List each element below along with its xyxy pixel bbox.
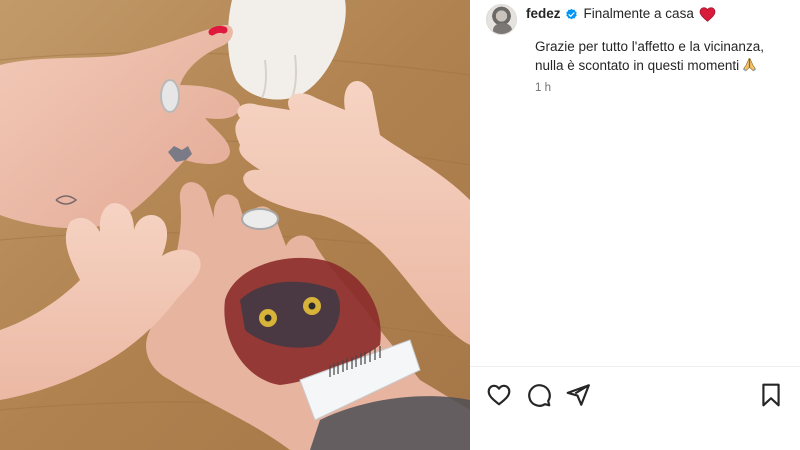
like-icon — [487, 384, 511, 406]
comment-icon — [528, 384, 551, 407]
caption-title: Finalmente a casa — [583, 6, 694, 21]
avatar[interactable] — [486, 4, 517, 35]
share-button[interactable] — [565, 382, 591, 408]
save-button[interactable] — [758, 382, 784, 408]
red-heart-icon — [699, 6, 716, 22]
caption-header: fedez Finalmente a casa — [486, 4, 790, 35]
caption-line-2-wrapper: nulla è scontato in questi momenti — [535, 56, 788, 75]
praying-hands-icon — [743, 58, 757, 72]
action-bar — [486, 382, 784, 410]
caption: fedez Finalmente a casa — [526, 4, 716, 23]
verified-badge-icon — [565, 8, 577, 19]
like-button[interactable] — [486, 382, 512, 408]
post-side-panel: fedez Finalmente a casa Grazie per tutto… — [470, 0, 800, 450]
share-icon — [566, 384, 590, 406]
caption-line-2: nulla è scontato in questi momenti — [535, 58, 740, 73]
actions-divider — [470, 366, 800, 367]
instagram-post: fedez Finalmente a casa Grazie per tutto… — [0, 0, 800, 450]
caption-body: Grazie per tutto l'affetto e la vicinanz… — [535, 37, 788, 75]
caption-line-1: Grazie per tutto l'affetto e la vicinanz… — [535, 39, 764, 54]
hands-photo-illustration — [0, 0, 470, 450]
username-link[interactable]: fedez — [526, 5, 561, 23]
post-timestamp[interactable]: 1 h — [535, 82, 551, 94]
caption-first-line: fedez Finalmente a casa — [526, 5, 716, 23]
save-icon — [762, 383, 780, 407]
post-photo[interactable] — [0, 0, 470, 450]
comment-button[interactable] — [526, 382, 552, 408]
